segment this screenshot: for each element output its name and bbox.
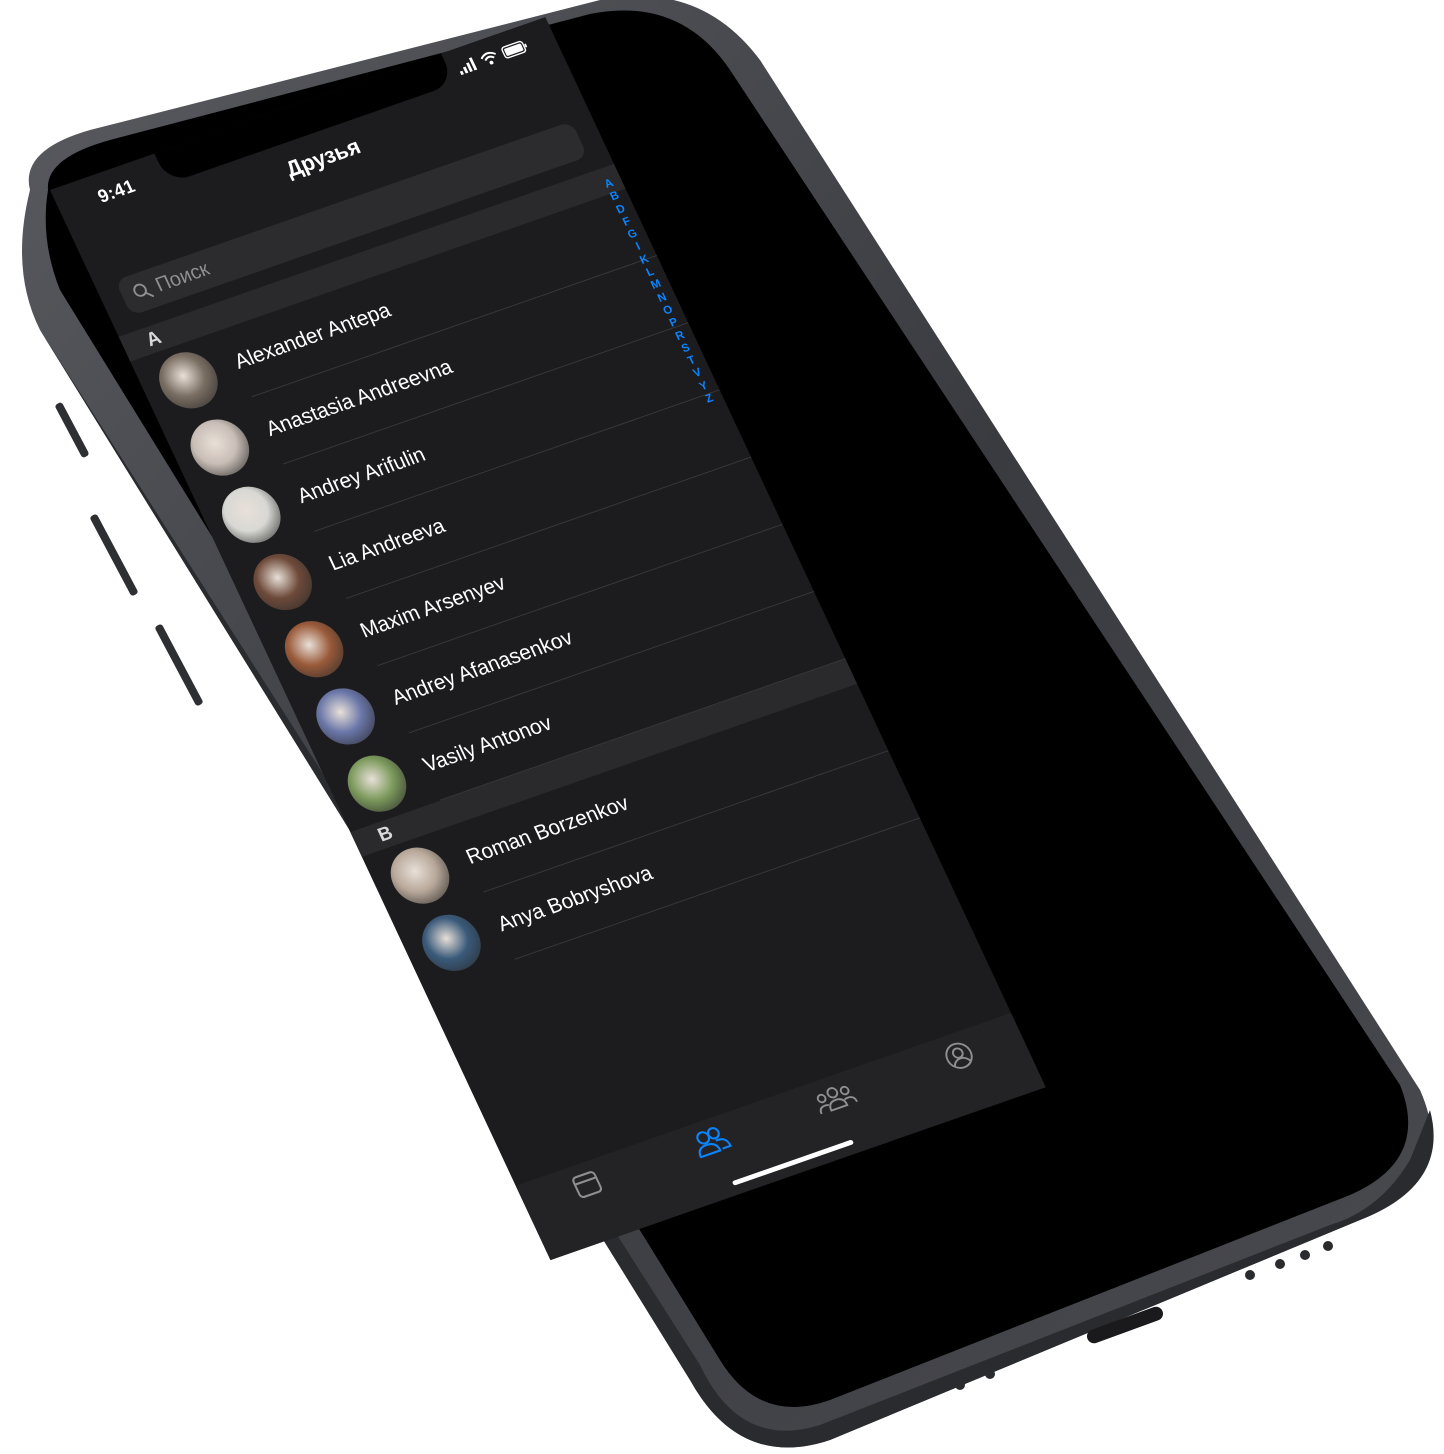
search-input[interactable]: Поиск (152, 258, 213, 297)
profile-icon (945, 1042, 973, 1069)
avatar (212, 478, 291, 551)
status-time: 9:41 (94, 176, 139, 208)
avatar (275, 613, 354, 686)
device-mockup: 9:41 Друзья Поиск A Alexander Antepa Ana… (0, 0, 1444, 1454)
avatar (180, 411, 259, 484)
phone-button-action (55, 402, 89, 458)
avatar (338, 747, 416, 820)
groups-icon (816, 1085, 858, 1115)
friends-icon (696, 1127, 732, 1159)
cellular-signal-icon (459, 57, 478, 76)
news-feed-icon (572, 1171, 603, 1198)
avatar (381, 839, 459, 912)
status-icons (456, 39, 531, 76)
index-letter[interactable]: Z (703, 391, 715, 406)
phone-button-volume-up (90, 514, 138, 596)
wifi-icon (480, 51, 496, 65)
avatar (149, 344, 228, 417)
index-letter[interactable]: G (625, 226, 639, 242)
avatar (243, 546, 322, 618)
avatar (306, 680, 385, 753)
search-icon (133, 283, 155, 297)
battery-icon (501, 40, 528, 59)
avatar (412, 907, 491, 979)
friend-name: Lia Andreeva (324, 513, 449, 576)
phone-button-volume-down (155, 624, 203, 706)
index-letter[interactable]: I (634, 240, 643, 254)
